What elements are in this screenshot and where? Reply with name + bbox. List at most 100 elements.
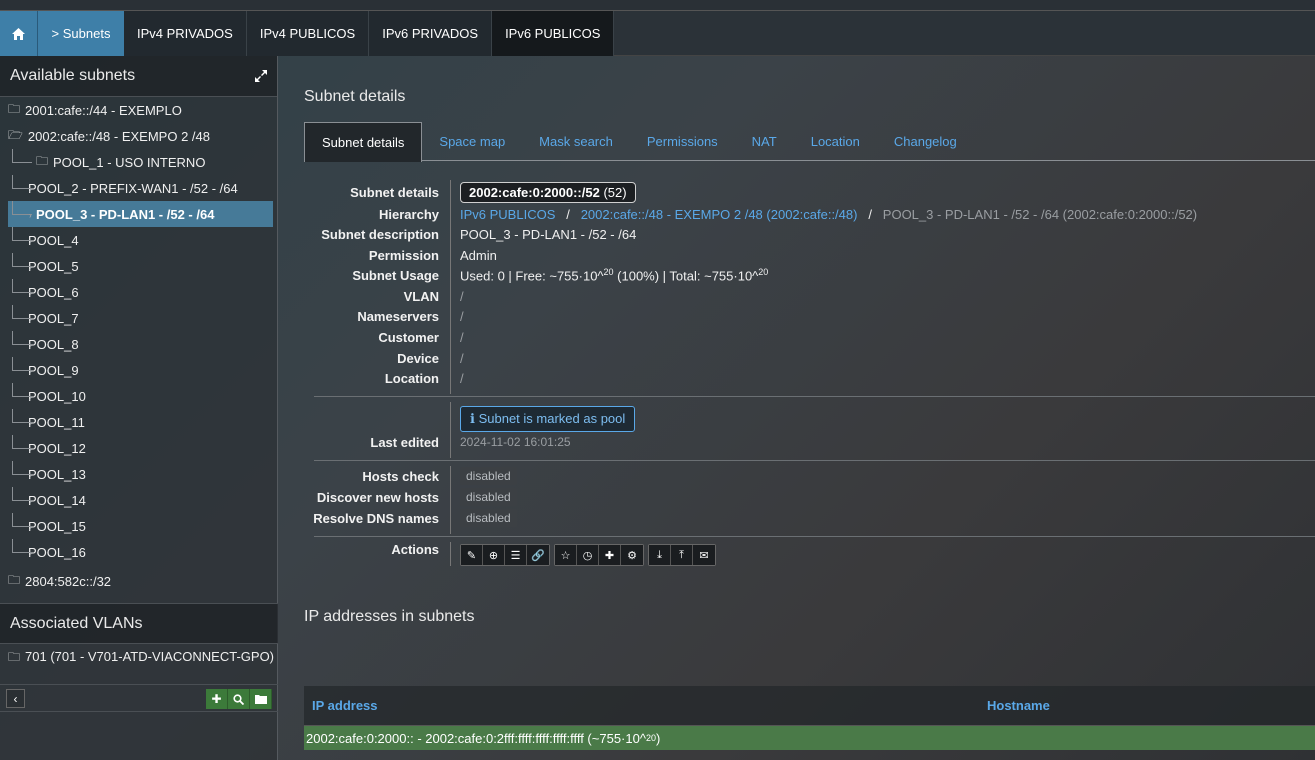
sidebar-footer: ‹ ✚ <box>0 684 278 712</box>
hierarchy-link-section[interactable]: IPv6 PUBLICOS <box>460 207 555 222</box>
tree-item-label: 2001:cafe::/44 - EXEMPLO <box>25 102 182 118</box>
pool-badge-label: Subnet is marked as pool <box>478 411 626 426</box>
tree-item[interactable]: › POOL_10 <box>0 383 277 409</box>
add-subnet-button[interactable]: ✚ <box>206 689 228 709</box>
label-nameservers: Nameservers <box>357 308 439 324</box>
row-nameservers: Nameservers / <box>304 306 1315 326</box>
value-device: / <box>460 350 464 366</box>
tree-item-label: POOL_15 <box>28 518 86 534</box>
tab-mask-search[interactable]: Mask search <box>522 122 630 161</box>
tree-arrow-icon: › <box>29 549 32 558</box>
list-button[interactable]: ☰ <box>505 545 527 565</box>
tab-nat[interactable]: NAT <box>735 122 794 161</box>
nav-subnets[interactable]: > Subnets <box>38 11 124 56</box>
range-prefix: 2002:cafe:0:2000:: - 2002:cafe:0:2fff:ff… <box>306 730 646 746</box>
folder-button[interactable] <box>250 689 272 709</box>
tree-item[interactable]: 🗀 POOL_1 - USO INTERNO <box>0 149 277 175</box>
home-button[interactable] <box>0 11 38 56</box>
tree-item[interactable]: › POOL_14 <box>0 487 277 513</box>
vlan-item[interactable]: 🗀 701 (701 - V701-ATD-VIACONNECT-GPO) <box>8 648 274 669</box>
actions-toolbar: ✎ ⊕ ☰ 🔗 ☆ ◷ ✚ ⚙ ⤓ ⤒ ✉ <box>460 544 716 566</box>
tree-arrow-icon: › <box>29 211 32 220</box>
ip-table: IP address Hostname 2002:cafe:0:2000:: -… <box>304 686 1315 750</box>
home-icon <box>12 27 25 40</box>
tree-item[interactable]: › POOL_13 <box>0 461 277 487</box>
value-vlan: / <box>460 288 464 304</box>
tree-item[interactable]: › POOL_4 <box>0 227 277 253</box>
tab-changelog[interactable]: Changelog <box>877 122 974 161</box>
upload-icon: ⤒ <box>671 545 692 565</box>
details-tabs: Subnet details Space map Mask search Per… <box>304 122 1315 162</box>
tree-item-label: POOL_14 <box>28 492 86 508</box>
label-customer: Customer <box>378 329 439 345</box>
collapse-sidebar-button[interactable]: ‹ <box>6 689 25 708</box>
label-description: Subnet description <box>321 226 439 242</box>
search-icon <box>233 693 244 705</box>
col-ip-address[interactable]: IP address <box>312 698 378 713</box>
value-permission: Admin <box>460 247 497 263</box>
tree-arrow-icon: › <box>29 185 32 194</box>
nav-ipv4-publicos[interactable]: IPv4 PUBLICOS <box>246 11 370 56</box>
label-location: Location <box>384 370 439 386</box>
tab-location[interactable]: Location <box>794 122 877 161</box>
tree-item[interactable]: › POOL_5 <box>0 253 277 279</box>
search-subnet-button[interactable] <box>228 689 250 709</box>
hierarchy-link-parent[interactable]: 2002:cafe::/48 - EXEMPO 2 /48 (2002:cafe… <box>581 207 858 222</box>
tree-arrow-icon: › <box>29 237 32 246</box>
expand-icon[interactable] <box>255 70 267 82</box>
tree-arrow-icon: › <box>29 419 32 428</box>
value-hosts-check: disabled <box>460 467 517 485</box>
tree-item[interactable]: › POOL_11 <box>0 409 277 435</box>
tree-arrow-icon: › <box>29 497 32 506</box>
tree-item[interactable]: › POOL_9 <box>0 357 277 383</box>
label-permission: Permission <box>368 247 439 263</box>
add-button[interactable]: ⊕ <box>483 545 505 565</box>
nav-ipv4-privados[interactable]: IPv4 PRIVADOS <box>124 11 247 56</box>
label-resolve: Resolve DNS names <box>313 510 439 526</box>
label-vlan: VLAN <box>403 288 439 304</box>
tree-item-label: POOL_7 <box>28 310 79 326</box>
favourite-button[interactable]: ☆ <box>555 545 577 565</box>
top-navbar: > Subnets IPv4 PRIVADOS IPv4 PUBLICOS IP… <box>0 11 1315 56</box>
tree-item[interactable]: › POOL_16 <box>0 539 277 565</box>
tab-permissions[interactable]: Permissions <box>630 122 735 161</box>
tab-subnet-details[interactable]: Subnet details <box>304 122 423 162</box>
settings-button[interactable]: ⚙ <box>621 545 643 565</box>
sidebar: Available subnets 🗀 2001:cafe::/44 - EXEM… <box>0 56 278 760</box>
hierarchy-separator: / <box>868 206 872 222</box>
tab-space-map[interactable]: Space map <box>422 122 522 161</box>
tree-item[interactable]: › POOL_15 <box>0 513 277 539</box>
download-button[interactable]: ⤓ <box>649 545 671 565</box>
tree-item[interactable]: › POOL_8 <box>0 331 277 357</box>
email-button[interactable]: ✉ <box>693 545 715 565</box>
tree-item[interactable]: › POOL_3 - PD-LAN1 - /52 - /64 <box>8 201 273 227</box>
upload-button[interactable]: ⤒ <box>671 545 693 565</box>
tree-item-label: POOL_2 - PREFIX-WAN1 - /52 - /64 <box>28 180 238 196</box>
vlans-header: Associated VLANs <box>0 603 278 644</box>
table-row[interactable]: 2002:cafe:0:2000:: - 2002:cafe:0:2fff:ff… <box>304 726 1315 750</box>
usage-exponent-total: 20 <box>758 266 769 277</box>
row-hierarchy: Hierarchy IPv6 PUBLICOS / 2002:cafe::/48… <box>304 204 1315 224</box>
nav-ipv6-publicos[interactable]: IPv6 PUBLICOS <box>492 11 615 56</box>
vlans-section: Associated VLANs <box>0 603 278 644</box>
tree-item-root[interactable]: 🗀 2001:cafe::/44 - EXEMPLO <box>0 97 277 123</box>
add-address-button[interactable]: ✚ <box>599 545 621 565</box>
col-hostname[interactable]: Hostname <box>987 698 1050 713</box>
ip-addresses-title: IP addresses in subnets <box>304 608 475 625</box>
hierarchy-current: POOL_3 - PD-LAN1 - /52 - /64 (2002:cafe:… <box>882 206 1198 222</box>
tree-arrow-icon: › <box>29 523 32 532</box>
link-button[interactable]: 🔗 <box>527 545 549 565</box>
nav-ipv6-privados[interactable]: IPv6 PRIVADOS <box>369 11 493 56</box>
available-subnets-title: Available subnets <box>10 67 136 84</box>
tree-item-root[interactable]: 🗁 2002:cafe::/48 - EXEMPO 2 /48 <box>0 123 277 149</box>
divider <box>314 460 1315 461</box>
tree-item[interactable]: › POOL_7 <box>0 305 277 331</box>
plus-icon: ✚ <box>599 545 620 565</box>
pencil-icon: ✎ <box>461 545 482 565</box>
tree-item[interactable]: › POOL_2 - PREFIX-WAN1 - /52 - /64 <box>0 175 277 201</box>
edit-button[interactable]: ✎ <box>461 545 483 565</box>
tree-item[interactable]: › POOL_6 <box>0 279 277 305</box>
tree-item[interactable]: › POOL_12 <box>0 435 277 461</box>
history-button[interactable]: ◷ <box>577 545 599 565</box>
tree-item-root[interactable]: 🗀 2804:582c::/32 <box>0 568 277 594</box>
